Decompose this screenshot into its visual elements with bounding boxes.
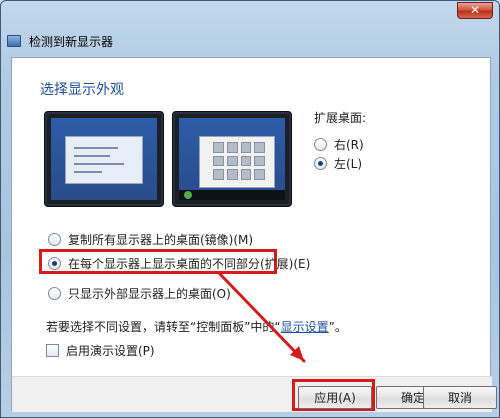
extend-right-label[interactable]: 右(R) — [334, 136, 364, 153]
mirror-desktop-label[interactable]: 复制所有显示器上的桌面(镜像)(M) — [68, 231, 253, 248]
checkbox-icon[interactable] — [46, 344, 59, 357]
radio-icon[interactable] — [48, 233, 61, 246]
apply-button[interactable]: 应用(A) — [298, 386, 372, 409]
external-only-label[interactable]: 只显示外部显示器上的桌面(O) — [68, 285, 231, 302]
title-bar: 检测到新显示器 — [7, 31, 495, 51]
radio-selected-icon[interactable] — [314, 157, 327, 170]
extend-desktop-label: 扩展桌面: — [314, 111, 367, 125]
presentation-settings-label[interactable]: 启用演示设置(P) — [66, 342, 155, 359]
monitor-preview-icons-grid — [213, 142, 265, 180]
close-icon[interactable]: ✕ — [470, 3, 480, 17]
radio-icon[interactable] — [48, 287, 61, 300]
display-settings-link[interactable]: 显示设置 — [281, 320, 329, 334]
start-button-icon — [184, 191, 192, 199]
window-title: 检测到新显示器 — [29, 34, 114, 49]
mirror-desktop-radio[interactable]: 复制所有显示器上的桌面(镜像)(M) — [48, 230, 253, 249]
dialog-footer: 应用(A) 确定 取消 — [12, 376, 497, 412]
settings-hint-suffix: ”。 — [328, 320, 347, 334]
presentation-settings-checkbox[interactable]: 启用演示设置(P) — [46, 342, 155, 359]
cancel-button[interactable]: 取消 — [423, 386, 497, 409]
extend-left-radio[interactable]: 左(L) — [314, 154, 366, 173]
display-monitor-icon — [7, 35, 21, 47]
extend-desktop-option-label[interactable]: 在每个显示器上显示桌面的不同部分(扩展)(E) — [68, 255, 310, 272]
monitor-preview-secondary — [172, 111, 292, 207]
extend-left-label[interactable]: 左(L) — [334, 155, 362, 172]
close-button[interactable]: ✕ — [457, 2, 493, 19]
dialog-window: ✕ 检测到新显示器 选择显示外观 扩展桌面: 右(R) 左(L) 复制所有显示器… — [0, 0, 500, 418]
radio-selected-icon[interactable] — [48, 257, 61, 270]
monitor-preview-taskbar — [179, 190, 285, 200]
extend-right-radio[interactable]: 右(R) — [314, 135, 366, 154]
dialog-content: 选择显示外观 扩展桌面: 右(R) 左(L) 复制所有显示器上的桌面(镜像)(M… — [11, 57, 497, 412]
settings-hint: 若要选择不同设置，请转至“控制面板”中的“显示设置”。 — [46, 318, 347, 335]
settings-hint-prefix: 若要选择不同设置，请转至“控制面板”中的“ — [46, 320, 281, 334]
monitor-preview-window — [65, 136, 143, 184]
page-heading: 选择显示外观 — [40, 82, 124, 98]
extend-desktop-radio[interactable]: 在每个显示器上显示桌面的不同部分(扩展)(E) — [48, 254, 310, 273]
radio-icon[interactable] — [314, 138, 327, 151]
monitor-preview-primary — [44, 111, 164, 207]
extend-desktop-group: 扩展桌面: 右(R) 左(L) — [314, 109, 366, 173]
external-only-radio[interactable]: 只显示外部显示器上的桌面(O) — [48, 284, 231, 303]
